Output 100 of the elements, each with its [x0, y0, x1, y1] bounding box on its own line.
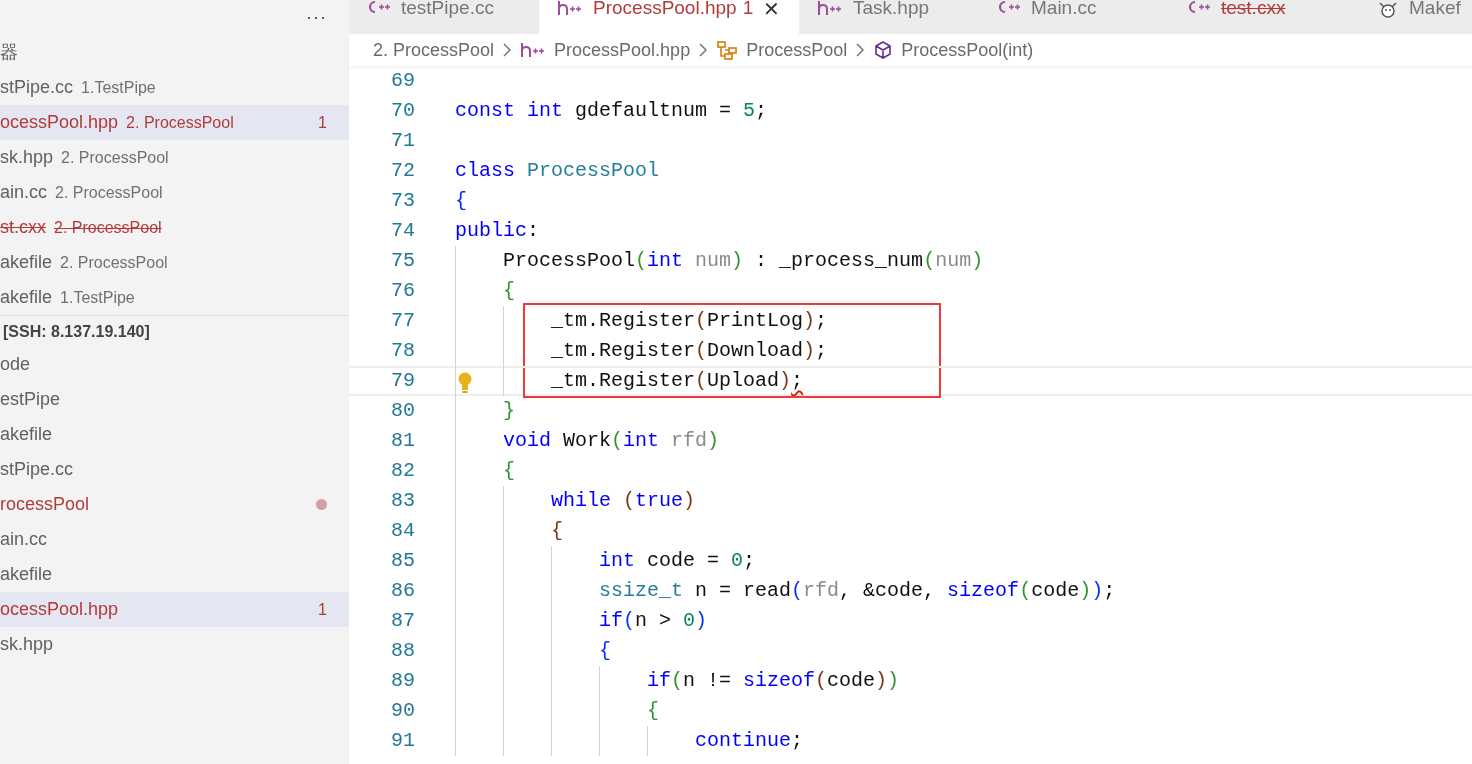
- code-token: {: [503, 458, 515, 484]
- editor-tab[interactable]: Task.hpp: [799, 0, 979, 34]
- code-token: ): [683, 488, 696, 514]
- breadcrumb-item[interactable]: ProcessPool(int): [901, 36, 1034, 64]
- code-token: num: [694, 248, 732, 274]
- breadcrumb-item[interactable]: ProcessPool.hpp: [554, 36, 691, 64]
- open-editor-item[interactable]: akefile 1.TestPipe: [0, 280, 349, 315]
- code-token: 0: [683, 608, 696, 634]
- problem-count: 1: [318, 112, 327, 133]
- line-number: 80: [390, 398, 415, 424]
- line-number: 87: [390, 608, 415, 634]
- more-actions-button[interactable]: ···: [306, 4, 327, 31]
- code-token: ): [803, 338, 816, 364]
- code-token: :: [527, 218, 540, 244]
- code-token: ): [1079, 578, 1092, 604]
- explorer-item[interactable]: ode: [0, 347, 349, 382]
- explorer-item[interactable]: estPipe: [0, 382, 349, 417]
- line-number: 90: [390, 698, 415, 724]
- breadcrumb-item[interactable]: ProcessPool: [746, 36, 848, 64]
- open-editor-item[interactable]: sk.hpp 2. ProcessPool: [0, 140, 349, 175]
- explorer-item[interactable]: rocessPool: [0, 487, 349, 522]
- code-token: code =: [646, 548, 721, 574]
- section-title: [SSH: 8.137.19.140]: [0, 315, 349, 347]
- line-number: 69: [390, 68, 415, 94]
- explorer-item[interactable]: akefile: [0, 417, 349, 452]
- code-token: rfd: [670, 428, 708, 454]
- line-number: 84: [390, 518, 415, 544]
- code-token: if: [647, 668, 671, 694]
- code-token: while: [551, 488, 611, 514]
- folder-label: 2. ProcessPool: [55, 182, 163, 203]
- code-token: 5: [743, 98, 756, 124]
- chevron-icon: [855, 42, 866, 58]
- code-token: (: [695, 338, 708, 364]
- cube-icon: [873, 40, 894, 60]
- code-token: (: [622, 488, 636, 514]
- cpp-file-icon: [1187, 0, 1211, 14]
- line-number: 83: [390, 488, 415, 514]
- close-icon[interactable]: ✕: [763, 0, 781, 18]
- cpp-file-icon: [367, 0, 391, 14]
- code-token: ;: [791, 728, 804, 754]
- line-number: 85: [390, 548, 415, 574]
- open-editor-item[interactable]: st.cxx 2. ProcessPool: [0, 210, 349, 245]
- code-token: (: [671, 668, 684, 694]
- cpp-file-icon: [997, 0, 1021, 14]
- code-token: int: [526, 98, 564, 124]
- code-token: rfd: [803, 578, 840, 604]
- editor-tab[interactable]: testPipe.cc: [349, 0, 539, 34]
- code-token: ;: [815, 338, 828, 364]
- code-token: n = read: [694, 578, 792, 604]
- code-token: (: [611, 428, 624, 454]
- code-token: true: [635, 488, 684, 514]
- editor-tab[interactable]: Main.cc: [979, 0, 1169, 34]
- code-token: 0: [731, 548, 744, 574]
- code-token: (: [1019, 578, 1032, 604]
- file-name: st.cxx: [0, 216, 46, 239]
- code-token: n !=: [683, 668, 733, 694]
- code-token: _tm.Register: [551, 308, 696, 334]
- code-token: ssize_t: [599, 578, 683, 604]
- code-token: gdefaultnum =: [574, 98, 733, 124]
- code-token: (: [923, 248, 936, 274]
- line-number: 88: [390, 638, 415, 664]
- editor-tab[interactable]: Makef: [1359, 0, 1472, 34]
- explorer-item[interactable]: ain.cc: [0, 522, 349, 557]
- code-token: Work: [562, 428, 612, 454]
- folder-label: 1.TestPipe: [60, 287, 135, 308]
- explorer-item[interactable]: ocessPool.hpp 1: [0, 592, 349, 627]
- editor-tab[interactable]: ProcessPool.hpp 1 ✕: [539, 0, 799, 34]
- line-number: 73: [390, 188, 415, 214]
- breadcrumb-item[interactable]: 2. ProcessPool: [373, 36, 495, 64]
- code-token: {: [647, 698, 659, 724]
- line-number: 81: [390, 428, 415, 454]
- code-token: sizeof: [743, 668, 816, 694]
- code-token: ): [779, 368, 792, 394]
- line-number: 75: [390, 248, 415, 274]
- code-token: {: [599, 638, 611, 664]
- editor-tab[interactable]: test.cxx: [1169, 0, 1359, 34]
- line-number: 70: [390, 98, 415, 124]
- code-token: int: [599, 548, 635, 574]
- code-token: n >: [635, 608, 673, 634]
- open-editor-item[interactable]: stPipe.cc 1.TestPipe: [0, 70, 349, 105]
- line-number: 82: [390, 458, 415, 484]
- file-name: estPipe: [0, 388, 61, 411]
- code-token: int: [647, 248, 684, 274]
- code-token: _tm.Register: [551, 368, 696, 394]
- code-token: code: [827, 668, 876, 694]
- code-token: ProcessPool: [526, 158, 660, 184]
- line-number: 91: [390, 728, 415, 754]
- tab-label: ProcessPool.hpp: [593, 0, 737, 17]
- open-editor-item[interactable]: akefile 2. ProcessPool: [0, 245, 349, 280]
- file-name: akefile: [0, 286, 53, 309]
- open-editor-item[interactable]: ain.cc 2. ProcessPool: [0, 175, 349, 210]
- explorer-item[interactable]: sk.hpp: [0, 627, 349, 662]
- folder-label: 2. ProcessPool: [54, 217, 162, 238]
- chevron-icon: [502, 42, 513, 58]
- line-number: 79: [390, 368, 415, 394]
- file-name: akefile: [0, 251, 53, 274]
- explorer-item[interactable]: stPipe.cc: [0, 452, 349, 487]
- open-editor-item[interactable]: ocessPool.hpp 2. ProcessPool 1: [0, 105, 349, 140]
- file-name: akefile: [0, 423, 53, 446]
- explorer-item[interactable]: akefile: [0, 557, 349, 592]
